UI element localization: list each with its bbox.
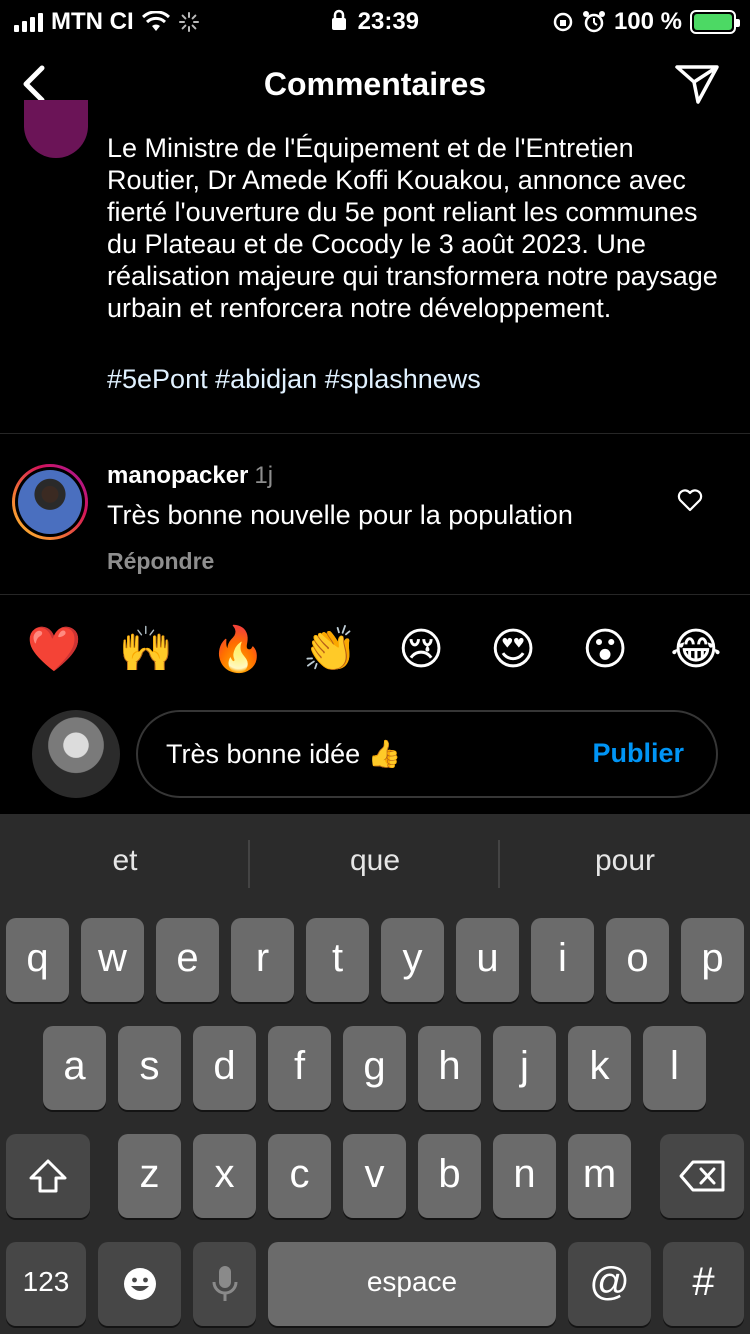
comment-username[interactable]: manopacker bbox=[107, 462, 248, 489]
suggestion-1[interactable]: et bbox=[0, 844, 250, 878]
key-c[interactable]: c bbox=[268, 1134, 331, 1218]
emoji-crying[interactable]: 😢 bbox=[393, 622, 449, 678]
comment-input-text[interactable]: Très bonne idée 👍 bbox=[166, 738, 401, 770]
key-h[interactable]: h bbox=[418, 1026, 481, 1110]
key-t[interactable]: t bbox=[306, 918, 369, 1002]
divider bbox=[0, 594, 750, 595]
emoji-key[interactable] bbox=[98, 1242, 181, 1326]
shift-key[interactable] bbox=[6, 1134, 90, 1218]
emoji-fire[interactable]: 🔥 bbox=[210, 622, 266, 678]
key-k[interactable]: k bbox=[568, 1026, 631, 1110]
heart-icon[interactable] bbox=[676, 486, 704, 514]
key-d[interactable]: d bbox=[193, 1026, 256, 1110]
emoji-heart-eyes[interactable]: 😍 bbox=[485, 622, 541, 678]
suggestion-bar: et que pour bbox=[0, 814, 750, 914]
page-title: Commentaires bbox=[263, 66, 487, 102]
backspace-icon bbox=[679, 1160, 725, 1192]
my-avatar bbox=[32, 710, 120, 798]
rotation-lock-icon bbox=[553, 12, 573, 32]
emoji-reaction-bar: ❤️ 🙌 🔥 👏 😢 😍 😮 😂 bbox=[0, 622, 750, 678]
header: Commentaires bbox=[0, 40, 750, 128]
emoji-heart[interactable]: ❤️ bbox=[26, 622, 82, 678]
key-y[interactable]: y bbox=[381, 918, 444, 1002]
suggestion-2[interactable]: que bbox=[250, 844, 500, 878]
keyboard: et que pour q w e r t y u i o p a s d f … bbox=[0, 814, 750, 1334]
key-v[interactable]: v bbox=[343, 1134, 406, 1218]
commenter-avatar[interactable] bbox=[12, 464, 88, 540]
comment-text: Très bonne nouvelle pour la population bbox=[107, 500, 573, 530]
suggestion-3[interactable]: pour bbox=[500, 844, 750, 878]
key-n[interactable]: n bbox=[493, 1134, 556, 1218]
key-s[interactable]: s bbox=[118, 1026, 181, 1110]
key-w[interactable]: w bbox=[81, 918, 144, 1002]
battery-percent: 100 % bbox=[613, 8, 682, 35]
numbers-key[interactable]: 123 bbox=[6, 1242, 86, 1326]
key-r[interactable]: r bbox=[231, 918, 294, 1002]
publish-button[interactable]: Publier bbox=[592, 738, 684, 769]
key-a[interactable]: a bbox=[43, 1026, 106, 1110]
shift-arrow-icon bbox=[29, 1159, 67, 1193]
key-g[interactable]: g bbox=[343, 1026, 406, 1110]
lock-icon bbox=[331, 9, 346, 30]
status-bar: MTN CI 23:39 100 % bbox=[0, 0, 750, 40]
key-x[interactable]: x bbox=[193, 1134, 256, 1218]
key-i[interactable]: i bbox=[531, 918, 594, 1002]
key-p[interactable]: p bbox=[681, 918, 744, 1002]
comment-author[interactable]: manopacker 1j bbox=[107, 462, 273, 490]
battery-icon bbox=[690, 10, 740, 34]
key-e[interactable]: e bbox=[156, 918, 219, 1002]
space-key[interactable]: espace bbox=[268, 1242, 556, 1326]
microphone-icon bbox=[212, 1266, 237, 1301]
emoji-raised-hands[interactable]: 🙌 bbox=[118, 622, 174, 678]
emoji-clapping[interactable]: 👏 bbox=[302, 622, 358, 678]
status-right: 100 % bbox=[552, 8, 740, 36]
author-avatar[interactable] bbox=[24, 100, 88, 158]
post-caption: Le Ministre de l'Équipement et de l'Entr… bbox=[107, 133, 718, 323]
comment-input[interactable]: Très bonne idée 👍 Publier bbox=[136, 710, 718, 798]
key-u[interactable]: u bbox=[456, 918, 519, 1002]
key-o[interactable]: o bbox=[606, 918, 669, 1002]
emoji-surprised[interactable]: 😮 bbox=[577, 622, 633, 678]
smiley-icon bbox=[123, 1268, 156, 1300]
share-button[interactable] bbox=[674, 62, 720, 106]
hash-key[interactable]: # bbox=[663, 1242, 744, 1326]
key-z[interactable]: z bbox=[118, 1134, 181, 1218]
dictation-key[interactable] bbox=[193, 1242, 256, 1326]
key-q[interactable]: q bbox=[6, 918, 69, 1002]
reply-button[interactable]: Répondre bbox=[107, 548, 214, 575]
paper-plane-icon bbox=[675, 65, 719, 104]
emoji-laughing[interactable]: 😂 bbox=[668, 622, 724, 678]
status-time: 23:39 bbox=[357, 8, 420, 35]
key-j[interactable]: j bbox=[493, 1026, 556, 1110]
backspace-key[interactable] bbox=[660, 1134, 744, 1218]
key-b[interactable]: b bbox=[418, 1134, 481, 1218]
divider bbox=[0, 433, 750, 434]
key-f[interactable]: f bbox=[268, 1026, 331, 1110]
key-m[interactable]: m bbox=[568, 1134, 631, 1218]
post-hashtags[interactable]: #5ePont #abidjan #splashnews bbox=[107, 364, 481, 395]
alarm-icon bbox=[582, 11, 605, 33]
key-l[interactable]: l bbox=[643, 1026, 706, 1110]
comment-time: 1j bbox=[254, 462, 274, 489]
at-key[interactable]: @ bbox=[568, 1242, 651, 1326]
